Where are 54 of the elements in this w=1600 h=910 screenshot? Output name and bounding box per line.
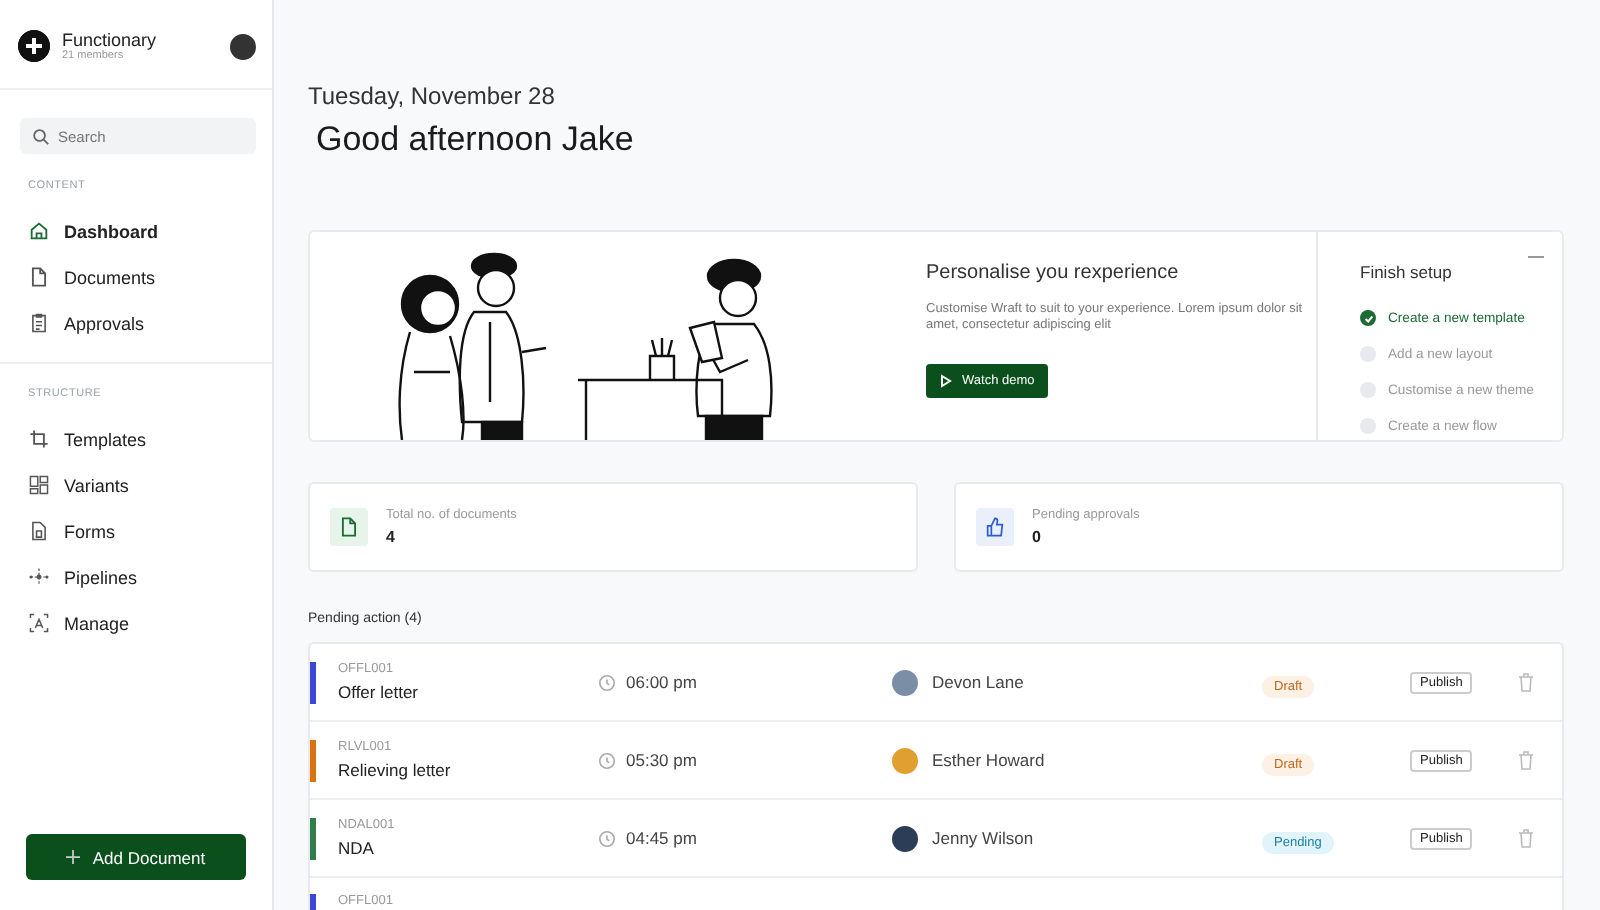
workspace-logo-icon — [18, 30, 50, 62]
date-text: Tuesday, November 28 — [308, 82, 557, 110]
nav-item[interactable]: Manage — [0, 600, 272, 646]
file-icon — [28, 266, 50, 288]
nav-item[interactable]: Variants — [0, 462, 272, 508]
document-title[interactable]: Relieving letter — [338, 760, 598, 780]
nav-item[interactable]: Approvals — [0, 300, 272, 346]
nav-item[interactable]: Templates — [0, 416, 272, 462]
clock-icon — [598, 673, 616, 691]
stat-value: 4 — [386, 528, 397, 546]
greeting-heading: Good afternoon Jake — [316, 120, 636, 160]
avatar — [892, 669, 918, 695]
clock-icon — [598, 829, 616, 847]
person-name: Devon Lane — [932, 672, 1024, 692]
nav-item[interactable]: Forms — [0, 508, 272, 554]
clock-icon — [598, 751, 616, 769]
nav-item[interactable]: Pipelines — [0, 554, 272, 600]
form-icon — [28, 520, 50, 542]
nodes-icon — [28, 566, 50, 588]
step-checkbox[interactable] — [1360, 382, 1376, 398]
minimize-icon[interactable] — [1528, 256, 1544, 258]
nav-item[interactable]: Documents — [0, 254, 272, 300]
user-avatar[interactable] — [230, 33, 256, 59]
scan-icon — [28, 612, 50, 634]
avatar — [892, 747, 918, 773]
plus-icon — [66, 850, 81, 864]
thumbs-up-icon — [976, 508, 1014, 546]
document-title[interactable]: Offer letter — [338, 682, 598, 702]
person-name: Esther Howard — [932, 750, 1045, 770]
person-name: Jenny Wilson — [932, 828, 1034, 848]
step-checkbox[interactable] — [1360, 310, 1376, 326]
time-text: 04:45 pm — [626, 828, 697, 848]
workspace-name: Functionary — [62, 30, 159, 50]
play-icon — [940, 373, 952, 388]
trash-icon[interactable] — [1516, 672, 1537, 692]
avatar — [892, 825, 918, 851]
grid-icon — [28, 474, 50, 496]
time-text: 05:30 pm — [626, 750, 697, 770]
setup-title: Finish setup — [1360, 262, 1452, 282]
search-icon — [32, 127, 50, 145]
crop-icon — [28, 428, 50, 450]
banner-title: Personalise you rexperience — [926, 262, 1181, 284]
document-title[interactable]: NDA — [338, 838, 598, 858]
home-icon — [28, 220, 50, 242]
trash-icon[interactable] — [1516, 828, 1537, 848]
step-checkbox[interactable] — [1360, 346, 1376, 362]
clipboard-icon — [28, 312, 50, 334]
file-icon — [330, 508, 368, 546]
stat-value: 0 — [1032, 528, 1043, 546]
time-text: 06:00 pm — [626, 672, 697, 692]
nav-item[interactable]: Dashboard — [0, 208, 272, 254]
step-checkbox[interactable] — [1360, 418, 1376, 434]
trash-icon[interactable] — [1516, 750, 1537, 770]
add-document-button[interactable]: Add Document — [26, 834, 246, 880]
